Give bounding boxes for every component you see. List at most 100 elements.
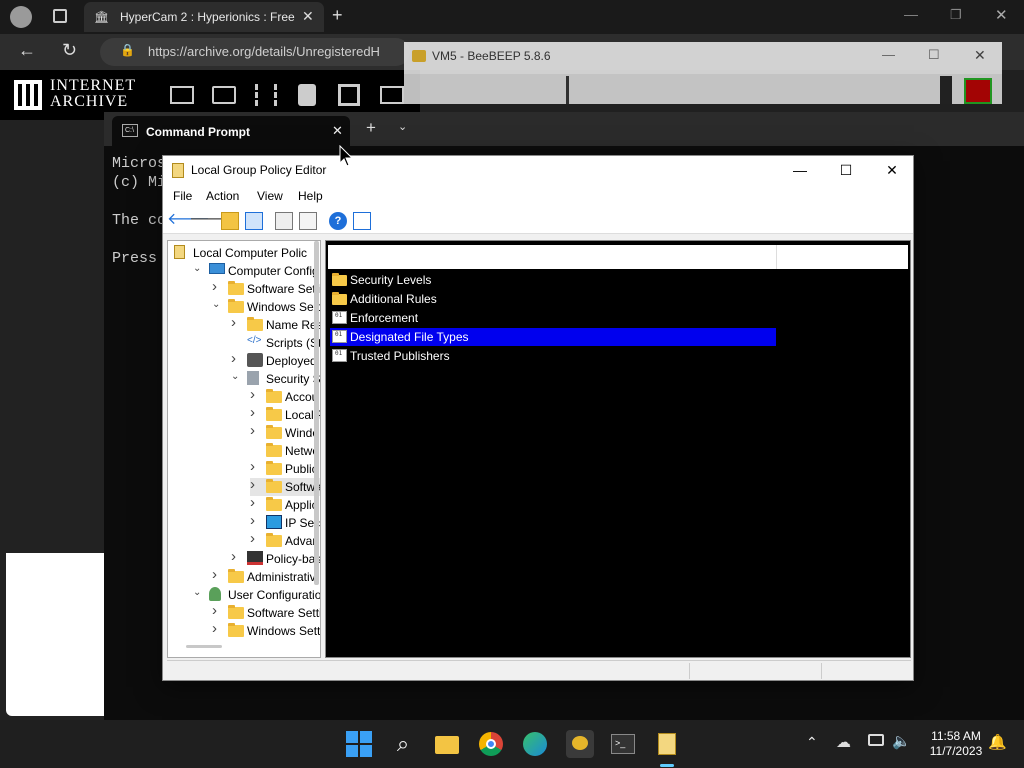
details-list: Security Levels Additional Rules Enforceme…	[326, 271, 910, 391]
collapsed-chevron-icon[interactable]: ›	[231, 314, 243, 331]
forward-arrow-icon[interactable]: 🡒	[189, 212, 232, 230]
clock-date: 11/7/2023	[929, 744, 983, 758]
action-pane-icon[interactable]	[353, 212, 371, 230]
volume-icon[interactable]: 🔈	[892, 732, 911, 750]
help-icon[interactable]: ?	[329, 212, 347, 230]
beebeep-close-icon[interactable]: ✕	[974, 47, 986, 64]
properties-icon[interactable]	[275, 212, 293, 230]
start-icon[interactable]	[345, 730, 373, 758]
collapsed-chevron-icon[interactable]: ›	[250, 458, 262, 475]
menu-action[interactable]: Action	[206, 189, 239, 203]
collapsed-chevron-icon[interactable]: ›	[250, 476, 262, 493]
cmd-tab[interactable]: C:\ Command Prompt ✕	[112, 116, 350, 146]
collapsed-chevron-icon[interactable]: ›	[250, 404, 262, 421]
collapsed-chevron-icon[interactable]: ›	[231, 548, 243, 565]
gpedit-close-button[interactable]: ✕	[869, 156, 915, 184]
browser-tab[interactable]: 🏛 HyperCam 2 : Hyperionics : Free ✕	[84, 2, 324, 32]
folder-icon	[266, 443, 282, 457]
folder-icon	[228, 569, 244, 583]
beebeep-taskbar-icon[interactable]	[566, 730, 594, 758]
beebeep-minimize-icon[interactable]: —	[882, 47, 895, 62]
system-clock[interactable]: 11:58 AM 11/7/2023	[916, 729, 996, 759]
details-list-item[interactable]: Trusted Publishers	[330, 347, 776, 365]
show-hidden-icons-chevron-icon[interactable]: ⌃	[806, 734, 818, 751]
restore-icon[interactable]: ❐	[950, 7, 962, 23]
texts-icon[interactable]	[170, 86, 194, 104]
up-folder-icon[interactable]	[221, 212, 239, 230]
gpedit-minimize-button[interactable]: —	[777, 156, 823, 184]
collapsed-chevron-icon[interactable]: ›	[212, 620, 224, 637]
back-arrow-icon[interactable]: ←	[18, 40, 36, 61]
onedrive-icon[interactable]: ☁	[836, 733, 851, 751]
beebeep-maximize-icon[interactable]: ☐	[928, 47, 940, 63]
network-icon[interactable]	[868, 734, 884, 746]
cmd-line	[112, 192, 166, 211]
menu-help[interactable]: Help	[298, 189, 323, 203]
back-arrow-icon[interactable]: 🡐	[167, 212, 210, 230]
new-tab-icon[interactable]: +	[332, 5, 343, 26]
edge-icon[interactable]	[521, 730, 549, 758]
close-tab-icon[interactable]: ✕	[302, 8, 314, 25]
notification-bell-icon[interactable]: 🔔	[988, 733, 1007, 751]
group-policy-taskbar-icon[interactable]	[653, 730, 681, 758]
collapsed-chevron-icon[interactable]: ›	[212, 278, 224, 295]
expanded-chevron-icon[interactable]: ⌄	[231, 371, 243, 382]
file-explorer-icon[interactable]	[433, 730, 461, 758]
cmd-dropdown-icon[interactable]: ⌄	[398, 120, 407, 133]
export-list-icon[interactable]	[299, 212, 317, 230]
policy-setting-icon	[332, 311, 347, 324]
details-list-item[interactable]: Enforcement	[330, 309, 776, 327]
collapsed-chevron-icon[interactable]: ›	[250, 422, 262, 439]
expanded-chevron-icon[interactable]: ⌄	[212, 299, 224, 310]
collapsed-chevron-icon[interactable]: ›	[250, 530, 262, 547]
show-hide-tree-icon[interactable]	[245, 212, 263, 230]
collapsed-chevron-icon[interactable]: ›	[231, 350, 243, 367]
collapsed-chevron-icon[interactable]: ›	[212, 566, 224, 583]
menu-file[interactable]: File	[173, 189, 192, 203]
status-bar	[167, 660, 911, 680]
archive-logo-icon[interactable]	[14, 80, 42, 110]
menu-view[interactable]: View	[257, 189, 283, 203]
collapsed-chevron-icon[interactable]: ›	[212, 602, 224, 619]
audio-icon[interactable]	[298, 84, 316, 106]
lock-icon: 🔒	[120, 43, 135, 57]
folder-icon	[332, 292, 347, 305]
video-icon[interactable]	[255, 84, 277, 106]
tree-item-label: Security Se	[266, 372, 320, 386]
software-icon[interactable]	[338, 84, 360, 106]
folder-icon	[228, 281, 244, 295]
cmd-close-tab-icon[interactable]: ✕	[332, 123, 343, 139]
expanded-chevron-icon[interactable]: ⌄	[193, 263, 205, 274]
tree-item-label: Software Setti	[247, 282, 321, 296]
books-icon[interactable]	[212, 86, 236, 104]
collapsed-chevron-icon[interactable]: ›	[250, 386, 262, 403]
beebeep-title: VM5 - BeeBEEP 5.8.6	[432, 49, 551, 63]
collapsed-chevron-icon[interactable]: ›	[250, 512, 262, 529]
profile-icon[interactable]	[10, 6, 32, 28]
search-icon[interactable]: ⌕	[389, 730, 417, 758]
archive-favicon-icon: 🏛	[94, 10, 110, 24]
images-icon[interactable]	[380, 86, 404, 104]
folder-icon	[266, 407, 282, 421]
chrome-icon[interactable]	[477, 730, 505, 758]
tree-scrollbar[interactable]	[314, 241, 319, 585]
details-list-item[interactable]: Designated File Types	[330, 328, 776, 346]
tab-actions-icon[interactable]	[53, 9, 67, 23]
tree-horizontal-scrollbar[interactable]	[186, 645, 222, 648]
expanded-chevron-icon[interactable]: ⌄	[193, 587, 205, 598]
details-column-header[interactable]	[328, 245, 908, 269]
close-icon[interactable]: ✕	[995, 6, 1008, 24]
details-list-item-label: Additional Rules	[350, 292, 437, 306]
gpedit-titlebar[interactable]: Local Group Policy Editor — ☐ ✕	[163, 156, 913, 184]
terminal-icon[interactable]: >_	[609, 730, 637, 758]
minimize-icon[interactable]: —	[904, 6, 918, 22]
address-input[interactable]: https://archive.org/details/Unregistered…	[100, 38, 410, 66]
folder-icon	[247, 317, 263, 331]
beebeep-scroll-arrow-icon[interactable]	[940, 76, 952, 104]
details-list-item[interactable]: Additional Rules	[330, 290, 776, 308]
cmd-new-tab-icon[interactable]: +	[366, 118, 376, 138]
details-list-item[interactable]: Security Levels	[330, 271, 776, 289]
collapsed-chevron-icon[interactable]: ›	[250, 494, 262, 511]
gpedit-maximize-button[interactable]: ☐	[823, 156, 869, 184]
refresh-icon[interactable]: ↻	[62, 40, 77, 61]
